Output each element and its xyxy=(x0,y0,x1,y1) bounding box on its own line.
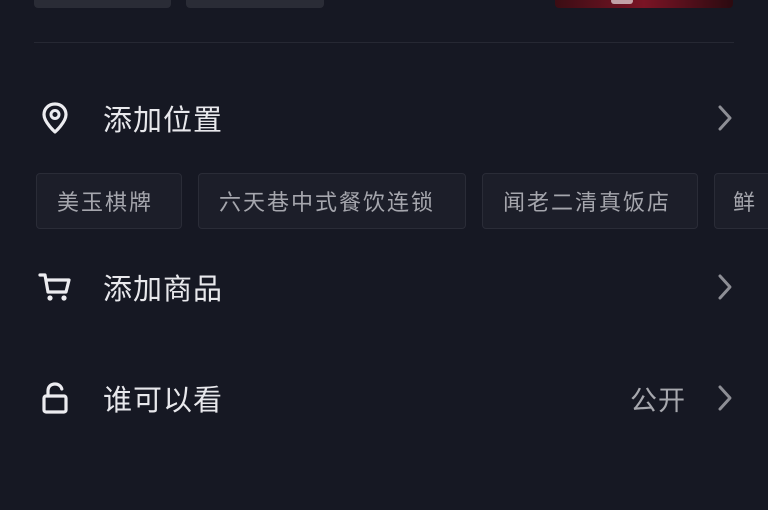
who-can-view-label: 谁可以看 xyxy=(103,383,224,417)
add-location-label: 添加位置 xyxy=(103,103,224,137)
top-option-chip[interactable] xyxy=(34,0,171,8)
add-product-label: 添加商品 xyxy=(103,272,224,306)
chevron-right-icon xyxy=(714,383,736,413)
unlock-icon xyxy=(38,381,72,415)
visibility-value: 公开 xyxy=(630,385,686,417)
location-suggestion-chip[interactable]: 鲜 xyxy=(714,173,768,229)
post-settings-panel: 添加位置 美玉棋牌 六天巷中式餐饮连锁 闻老二清真饭店 鲜 添加商品 谁可以看 … xyxy=(0,0,768,510)
who-can-view-row[interactable]: 谁可以看 公开 xyxy=(0,363,768,433)
cover-label-mark xyxy=(611,0,633,4)
chevron-right-icon xyxy=(714,103,736,133)
top-option-chip[interactable] xyxy=(186,0,324,8)
shopping-cart-icon xyxy=(38,270,72,304)
location-suggestion-chip[interactable]: 闻老二清真饭店 xyxy=(482,173,698,229)
video-cover-thumbnail[interactable] xyxy=(555,0,733,8)
add-product-row[interactable]: 添加商品 xyxy=(0,252,768,322)
chevron-right-icon xyxy=(714,272,736,302)
location-suggestion-chip[interactable]: 美玉棋牌 xyxy=(36,173,182,229)
location-pin-icon xyxy=(38,101,72,135)
location-suggestions: 美玉棋牌 六天巷中式餐饮连锁 闻老二清真饭店 鲜 xyxy=(36,173,768,229)
location-suggestion-chip[interactable]: 六天巷中式餐饮连锁 xyxy=(198,173,466,229)
add-location-row[interactable]: 添加位置 xyxy=(0,83,768,153)
divider xyxy=(34,42,734,43)
